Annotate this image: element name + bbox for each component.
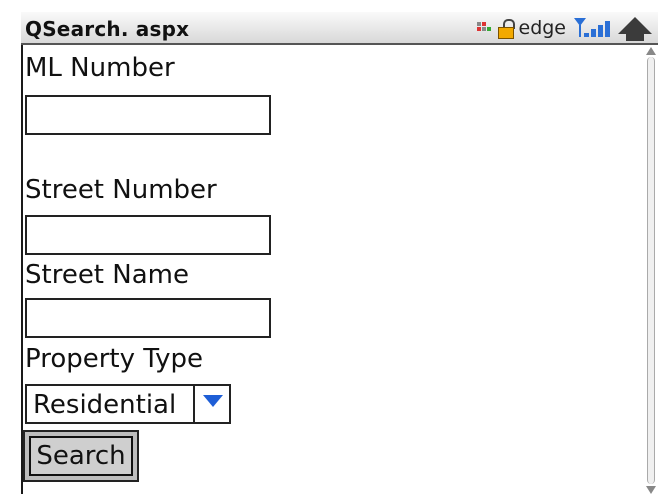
search-button-label: Search xyxy=(29,436,133,476)
page-content: ML Number Street Number Street Name Prop… xyxy=(23,47,644,494)
scroll-track[interactable] xyxy=(647,57,655,484)
chevron-down-icon xyxy=(203,395,223,407)
carrier-label: edge xyxy=(518,17,567,39)
street-number-label: Street Number xyxy=(25,175,217,205)
dropdown-button[interactable] xyxy=(193,384,231,424)
title-bar: QSearch. aspx edge xyxy=(21,12,658,45)
browser-window: QSearch. aspx edge ML Number Street Numb… xyxy=(0,0,658,494)
status-area: edge xyxy=(476,15,652,41)
page-title: QSearch. aspx xyxy=(25,17,190,41)
street-number-field[interactable] xyxy=(25,215,271,255)
lock-icon xyxy=(497,19,515,39)
street-name-field[interactable] xyxy=(25,298,271,338)
search-button[interactable]: Search xyxy=(23,430,139,482)
property-type-value: Residential xyxy=(33,390,177,420)
property-type-label: Property Type xyxy=(25,344,204,374)
network-activity-icon xyxy=(476,22,493,34)
property-type-select[interactable]: Residential xyxy=(25,384,231,424)
signal-strength-icon xyxy=(574,16,614,40)
street-name-label: Street Name xyxy=(25,260,189,290)
scroll-down-icon xyxy=(646,486,656,494)
scroll-up-icon xyxy=(646,47,656,55)
ml-number-field[interactable] xyxy=(25,95,271,135)
left-margin xyxy=(0,0,22,494)
ml-number-label: ML Number xyxy=(25,53,175,83)
vertical-scrollbar[interactable] xyxy=(644,47,658,494)
up-arrow-icon[interactable] xyxy=(618,15,652,41)
